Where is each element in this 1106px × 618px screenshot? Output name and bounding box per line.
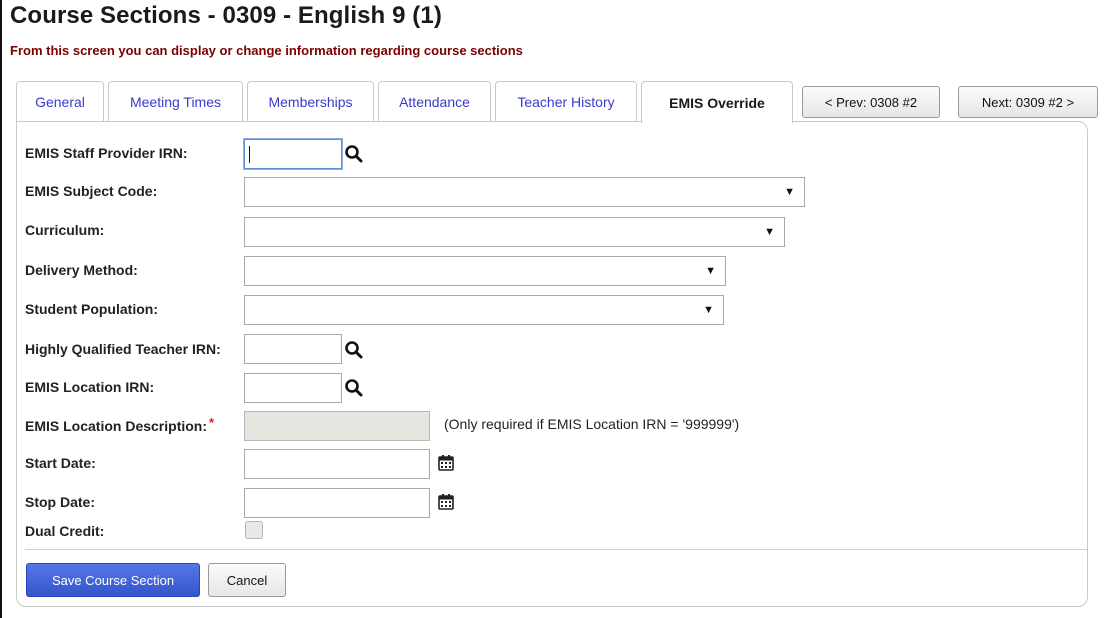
curriculum-label: Curriculum: <box>25 222 105 238</box>
stop-date-input[interactable] <box>244 488 430 518</box>
tab-memberships[interactable]: Memberships <box>247 81 374 121</box>
location-description-input <box>244 411 430 441</box>
page-title: Course Sections - 0309 - English 9 (1) <box>10 2 442 29</box>
hq-teacher-irn-label: Highly Qualified Teacher IRN: <box>25 341 221 357</box>
tab-emis-override[interactable]: EMIS Override <box>641 81 793 123</box>
calendar-icon[interactable] <box>437 454 455 472</box>
chevron-down-icon: ▼ <box>764 226 775 238</box>
location-description-label-text: EMIS Location Description: <box>25 418 208 434</box>
location-irn-label: EMIS Location IRN: <box>25 379 155 395</box>
left-edge-rule <box>0 0 2 618</box>
student-population-label: Student Population: <box>25 301 158 317</box>
calendar-icon[interactable] <box>437 493 455 511</box>
dual-credit-label: Dual Credit: <box>25 523 105 539</box>
dual-credit-checkbox[interactable] <box>245 521 263 539</box>
location-irn-input[interactable] <box>244 373 342 403</box>
subject-code-select[interactable]: ▼ <box>244 177 805 207</box>
delivery-method-select[interactable]: ▼ <box>244 256 726 286</box>
required-marker: * <box>209 415 215 430</box>
tab-attendance[interactable]: Attendance <box>378 81 491 121</box>
tab-general[interactable]: General <box>16 81 104 121</box>
hq-teacher-irn-input[interactable] <box>244 334 342 364</box>
start-date-label: Start Date: <box>25 455 96 471</box>
form-divider <box>25 549 1087 550</box>
location-description-label: EMIS Location Description: * <box>25 415 215 434</box>
search-icon[interactable] <box>344 144 364 164</box>
student-population-select[interactable]: ▼ <box>244 295 724 325</box>
start-date-input[interactable] <box>244 449 430 479</box>
curriculum-select[interactable]: ▼ <box>244 217 785 247</box>
staff-provider-irn-input[interactable] <box>244 139 342 169</box>
stop-date-label: Stop Date: <box>25 494 95 510</box>
search-icon[interactable] <box>344 340 364 360</box>
next-section-button[interactable]: Next: 0309 #2 > <box>958 86 1098 118</box>
save-course-section-button[interactable]: Save Course Section <box>26 563 200 597</box>
subject-code-label: EMIS Subject Code: <box>25 183 158 199</box>
tab-teacher-history[interactable]: Teacher History <box>495 81 637 121</box>
staff-provider-irn-label: EMIS Staff Provider IRN: <box>25 145 188 161</box>
chevron-down-icon: ▼ <box>703 304 714 316</box>
delivery-method-label: Delivery Method: <box>25 262 138 278</box>
prev-section-button[interactable]: < Prev: 0308 #2 <box>802 86 940 118</box>
page-subtitle: From this screen you can display or chan… <box>10 43 523 58</box>
tab-meeting-times[interactable]: Meeting Times <box>108 81 243 121</box>
chevron-down-icon: ▼ <box>784 186 795 198</box>
text-caret <box>249 146 250 163</box>
location-description-note: (Only required if EMIS Location IRN = '9… <box>444 416 740 432</box>
cancel-button[interactable]: Cancel <box>208 563 286 597</box>
search-icon[interactable] <box>344 378 364 398</box>
chevron-down-icon: ▼ <box>705 265 716 277</box>
